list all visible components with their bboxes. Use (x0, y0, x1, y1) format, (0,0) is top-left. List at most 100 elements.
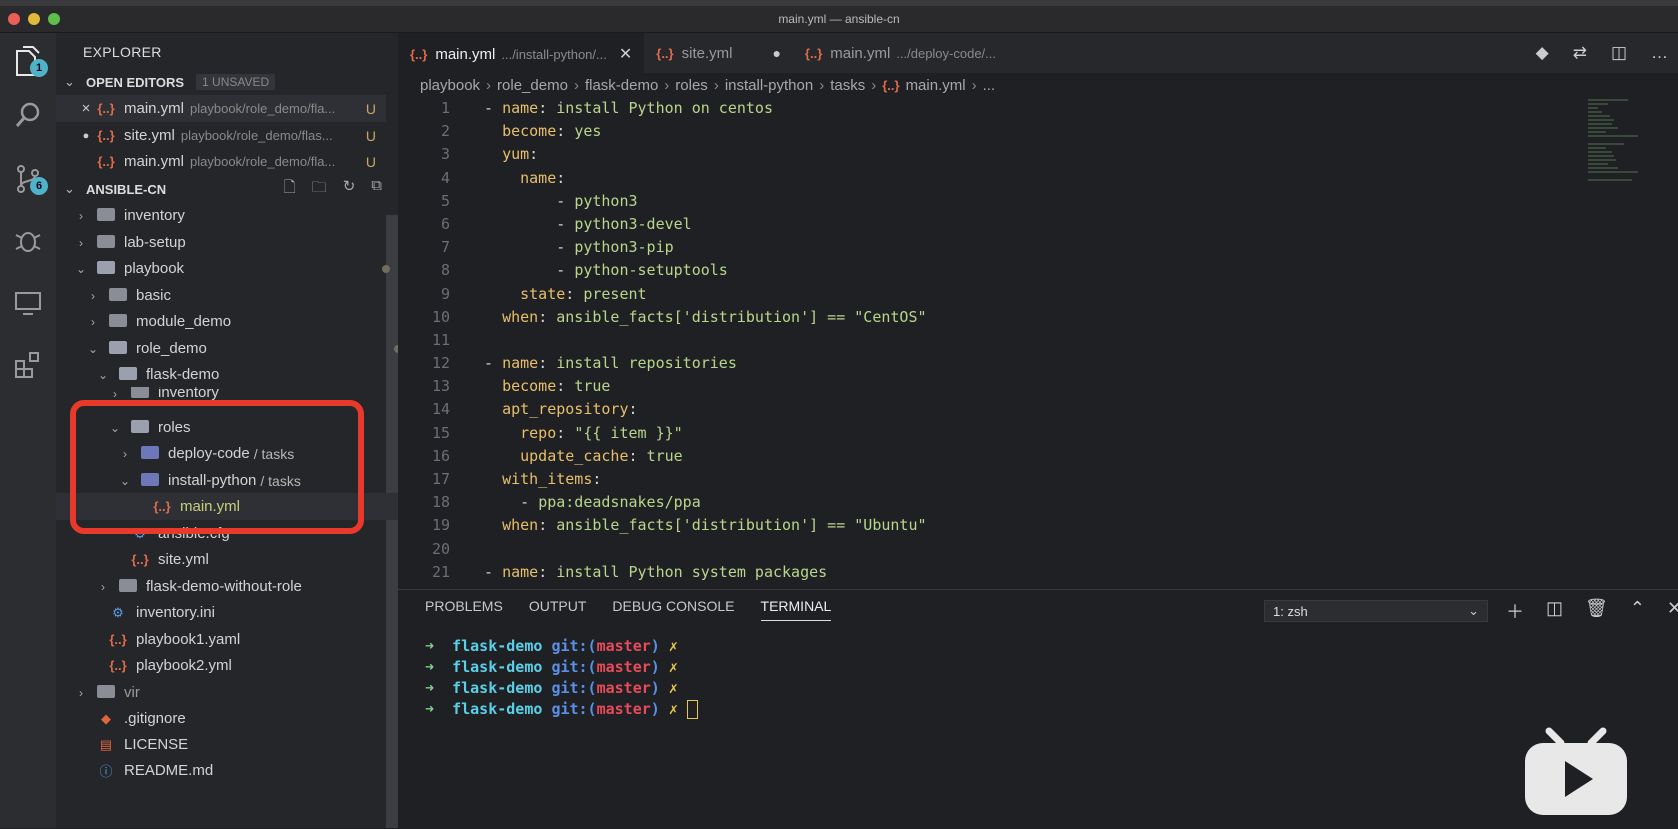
code-line[interactable]: 19 when: ansible_facts['distribution'] =… (398, 514, 1578, 537)
open-editors-header[interactable]: ⌄ OPEN EDITORS 1 UNSAVED (56, 69, 386, 95)
open-editors-label: OPEN EDITORS (86, 74, 185, 90)
code-line[interactable]: 3 yum: (398, 143, 1578, 166)
git-diamond-icon[interactable]: ◆ (1536, 43, 1549, 63)
open-editor-item[interactable]: ● {..} site.yml playbook/role_demo/flas.… (56, 122, 386, 149)
tab-main-yml-install-python[interactable]: {..} main.yml .../install-python/... ✕ (398, 33, 645, 74)
tree-folder-lab-setup[interactable]: › lab-setup (56, 229, 398, 256)
tree-file-gitignore[interactable]: ◆ .gitignore (56, 705, 398, 732)
close-icon[interactable]: ✕ (1667, 598, 1678, 624)
remote-explorer-icon[interactable] (8, 283, 48, 323)
breadcrumb-item[interactable]: ... (983, 77, 996, 94)
code-line[interactable]: 18 - ppa:deadsnakes/ppa (398, 491, 1578, 514)
tree-folder-module-demo[interactable]: › module_demo (56, 308, 398, 335)
source-control-icon[interactable]: 6 (8, 159, 48, 199)
yaml-file-icon: {..} (153, 499, 171, 514)
tree-file-license[interactable]: ▤ LICENSE (56, 731, 398, 758)
new-folder-icon[interactable]: 🗀 (312, 177, 327, 202)
breadcrumb-item[interactable]: flask-demo (585, 77, 658, 94)
code-line[interactable]: 8 - python-setuptools (398, 259, 1578, 282)
tab-problems[interactable]: PROBLEMS (425, 598, 503, 621)
unsaved-dot-icon[interactable]: ● (772, 45, 780, 61)
breadcrumb-item[interactable]: role_demo (497, 77, 568, 94)
breadcrumb-item[interactable]: install-python (725, 77, 813, 94)
tree-folder-install-python[interactable]: ⌄ install-python / tasks (56, 467, 398, 494)
tree-folder-inventory-sub[interactable]: › inventory (56, 387, 398, 401)
code-line[interactable]: 17 with_items: (398, 468, 1578, 491)
breadcrumb-item[interactable]: roles (675, 77, 708, 94)
tree-folder-role-demo[interactable]: ⌄ role_demo (56, 335, 398, 362)
code-line[interactable]: 20 (398, 538, 1578, 561)
tree-file-ansible-cfg[interactable]: ⚙ ansible.cfg (56, 520, 398, 547)
code-editor[interactable]: 1 - name: install Python on centos 2 becom… (398, 97, 1578, 584)
line-content: yum: (502, 145, 539, 164)
tree-file-readme[interactable]: ⓘ README.md (56, 757, 398, 784)
tree-folder-flask-demo[interactable]: ⌄ flask-demo (56, 361, 398, 388)
collapse-all-icon[interactable]: ⧉ (371, 177, 382, 202)
tree-folder-inventory[interactable]: › inventory (56, 202, 398, 229)
code-line[interactable]: 5 - python3 (398, 190, 1578, 213)
close-icon[interactable]: × (76, 100, 96, 117)
tree-folder-roles[interactable]: ⌄ roles (56, 414, 398, 441)
tree-folder-vir[interactable]: › vir (56, 679, 398, 706)
code-line[interactable]: 14 apt_repository: (398, 398, 1578, 421)
code-line[interactable]: 10 when: ansible_facts['distribution'] =… (398, 306, 1578, 329)
code-line[interactable]: 15 repo: "{{ item }}" (398, 422, 1578, 445)
close-icon[interactable]: ✕ (619, 44, 632, 64)
terminal-select[interactable]: 1: zsh ⌄ (1264, 600, 1488, 622)
code-line[interactable]: 7 - python3-pip (398, 236, 1578, 259)
extensions-icon[interactable] (8, 345, 48, 385)
tab-debug-console[interactable]: DEBUG CONSOLE (612, 598, 734, 621)
open-editor-item[interactable]: × {..} main.yml playbook/role_demo/fla..… (56, 95, 386, 122)
tab-main-yml-deploy-code[interactable]: {..} main.yml .../deploy-code/... (793, 33, 1008, 73)
open-editor-path: playbook/role_demo/flas... (180, 128, 333, 143)
code-line[interactable]: 16 update_cache: true (398, 445, 1578, 468)
code-line[interactable]: 4 name: (398, 167, 1578, 190)
bottom-panel: PROBLEMS OUTPUT DEBUG CONSOLE TERMINAL 1… (398, 589, 1678, 829)
tree-file-main-yml[interactable]: {..} main.yml U (56, 493, 398, 520)
new-file-icon[interactable]: 🗋 (284, 177, 296, 202)
code-line[interactable]: 2 become: yes (398, 120, 1578, 143)
breadcrumb-item[interactable]: playbook (420, 77, 480, 94)
tree-file-site-yml[interactable]: {..} site.yml U (56, 546, 398, 573)
code-line[interactable]: 12 - name: install repositories (398, 352, 1578, 375)
code-line[interactable]: 9 state: present (398, 283, 1578, 306)
tree-file-playbook2[interactable]: {..} playbook2.yml (56, 652, 398, 679)
refresh-icon[interactable]: ↻ (343, 177, 356, 202)
tab-path: .../install-python/... (501, 46, 607, 62)
code-line[interactable]: 11 (398, 329, 1578, 352)
code-line[interactable]: 1 - name: install Python on centos (398, 97, 1578, 120)
split-editor-icon[interactable]: ◫ (1611, 43, 1627, 63)
workspace-header[interactable]: ⌄ ANSIBLE-CN 🗋 🗀 ↻ ⧉ (56, 176, 386, 202)
bilibili-watermark-icon (1525, 727, 1627, 815)
tree-label: flask-demo (146, 366, 220, 383)
explorer-icon[interactable]: 1 (8, 41, 48, 81)
maximize-panel-icon[interactable]: ⌃ (1630, 598, 1645, 624)
minimap[interactable] (1588, 99, 1658, 219)
search-icon[interactable] (8, 95, 48, 135)
debug-icon[interactable] (8, 220, 48, 260)
line-number: 13 (431, 377, 450, 396)
code-line[interactable]: 13 become: true (398, 375, 1578, 398)
split-terminal-icon[interactable]: ◫ (1546, 598, 1563, 624)
trash-icon[interactable]: 🗑 (1585, 598, 1608, 624)
terminal-output[interactable]: ➜ flask-demo git:(master) ✗ ➜ flask-demo… (425, 636, 698, 720)
code-line[interactable]: 21 - name: install Python system packages (398, 561, 1578, 584)
new-terminal-icon[interactable]: ＋ (1506, 598, 1524, 624)
tree-folder-basic[interactable]: › basic (56, 282, 398, 309)
tab-site-yml[interactable]: {..} site.yml ● (644, 33, 793, 73)
code-line[interactable]: 6 - python3-devel (398, 213, 1578, 236)
tab-output[interactable]: OUTPUT (529, 598, 587, 621)
compare-changes-icon[interactable]: ⇄ (1573, 43, 1587, 63)
breadcrumb-item[interactable]: tasks (830, 77, 865, 94)
more-actions-icon[interactable]: … (1651, 43, 1668, 63)
tab-terminal[interactable]: TERMINAL (760, 598, 832, 621)
open-editor-item[interactable]: {..} main.yml playbook/role_demo/fla... … (56, 148, 386, 175)
tree-file-inventory-ini[interactable]: ⚙ inventory.ini (56, 599, 398, 626)
tree-folder-deploy-code[interactable]: › deploy-code / tasks (56, 440, 398, 467)
line-number: 1 (440, 99, 450, 117)
line-content: - name: install Python system packages (484, 562, 828, 581)
breadcrumb-item[interactable]: main.yml (906, 77, 966, 94)
tree-folder-flask-demo-without-role[interactable]: › flask-demo-without-role (56, 573, 398, 600)
tree-file-playbook1[interactable]: {..} playbook1.yaml (56, 626, 398, 653)
tree-folder-playbook[interactable]: ⌄ playbook (56, 255, 398, 282)
